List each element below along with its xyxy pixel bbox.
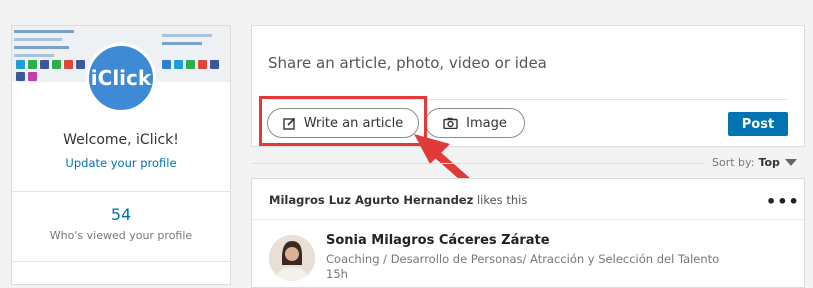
avatar-logo-text: iClick (90, 66, 152, 90)
profile-divider (12, 191, 230, 192)
post-button[interactable]: Post (728, 112, 788, 136)
image-button[interactable]: Image (425, 108, 525, 138)
image-label: Image (466, 115, 507, 131)
profile-card: iClick Welcome, iClick! Update your prof… (11, 25, 231, 285)
share-prompt-input[interactable]: Share an article, photo, video or idea (268, 54, 547, 72)
annotation-highlight-box (259, 96, 427, 146)
feed-post-card: Milagros Luz Agurto Hernandez likes this… (251, 178, 805, 288)
activity-actor-name[interactable]: Milagros Luz Agurto Hernandez (269, 193, 473, 207)
profile-avatar[interactable]: iClick (86, 43, 156, 113)
poster-name[interactable]: Sonia Milagros Cáceres Zárate (326, 233, 550, 248)
activity-action: likes this (476, 193, 528, 207)
poster-headline: Coaching / Desarrollo de Personas/ Atrac… (326, 252, 720, 266)
profile-views-label[interactable]: Who's viewed your profile (12, 229, 230, 242)
caret-down-icon (784, 159, 797, 166)
profile-views-count[interactable]: 54 (12, 205, 230, 224)
sort-divider (252, 163, 704, 164)
welcome-text: Welcome, iClick! (63, 132, 179, 148)
feed-divider (252, 219, 804, 220)
sort-value: Top (758, 156, 780, 169)
post-timestamp: 15h (326, 267, 348, 281)
camera-icon (443, 117, 458, 129)
update-profile-link[interactable]: Update your profile (12, 156, 230, 170)
sort-selector[interactable]: Sort by: Top (712, 156, 797, 169)
activity-line: Milagros Luz Agurto Hernandez likes this (269, 193, 527, 207)
poster-avatar[interactable] (269, 235, 315, 281)
more-options-icon[interactable]: ••• (766, 192, 800, 211)
sort-label: Sort by: (712, 156, 755, 169)
profile-divider-bottom (12, 261, 230, 262)
